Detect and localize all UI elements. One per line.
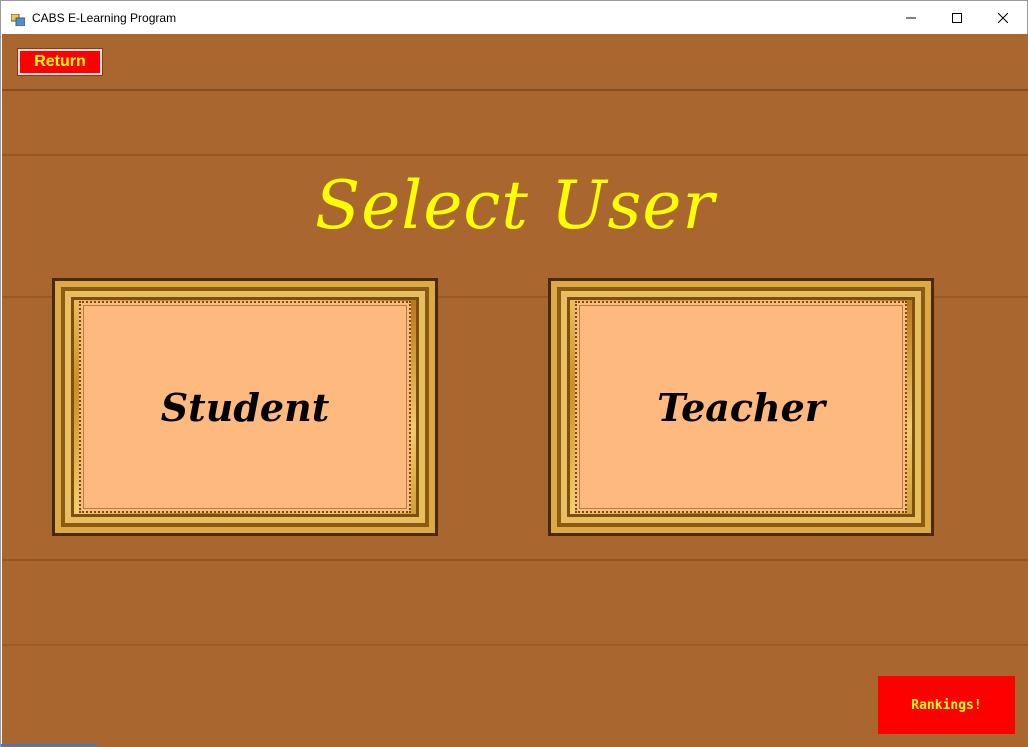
return-button[interactable]: Return [17,48,103,76]
title-bar: CABS E-Learning Program [1,1,1027,34]
app-icon [10,11,26,27]
rankings-button[interactable]: Rankings! [878,676,1015,734]
wood-grain-line [2,154,1028,156]
maximize-button[interactable] [934,1,980,34]
wood-grain-line [2,559,1028,561]
minimize-icon [906,8,916,27]
student-label: Student [160,384,330,430]
teacher-button[interactable]: Teacher [548,278,934,536]
close-icon [997,8,1009,27]
wood-background: Return Select User Student Teacher Ranki… [2,34,1028,747]
window-title: CABS E-Learning Program [32,11,177,25]
maximize-icon [952,8,962,27]
teacher-label: Teacher [657,384,825,430]
minimize-button[interactable] [888,1,934,34]
wood-grain-line [2,89,1028,91]
page-title: Select User [314,167,715,244]
wood-grain-line [2,644,1028,646]
close-button[interactable] [980,1,1026,34]
app-window: CABS E-Learning Program Return Select Us… [0,0,1028,747]
taskbar-edge [1,744,97,746]
student-button[interactable]: Student [52,278,438,536]
student-panel: Student [79,301,411,513]
teacher-panel: Teacher [575,301,907,513]
